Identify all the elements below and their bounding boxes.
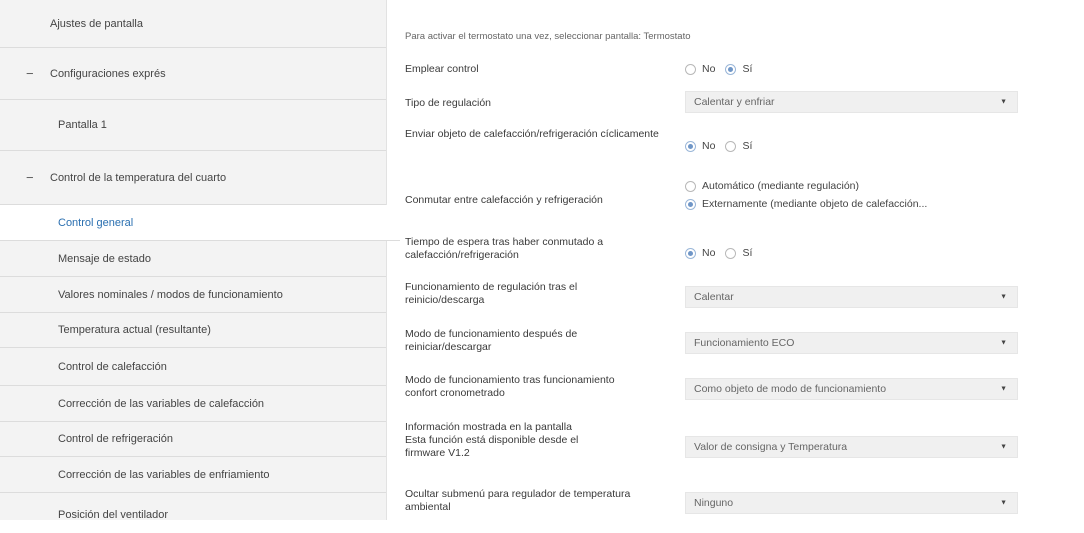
dropdown-arrow-icon: ▼	[1000, 499, 1007, 507]
sidebar-item-posicion-ventilador[interactable]: Posición del ventilador	[0, 493, 386, 533]
radio-label: Sí	[742, 140, 753, 152]
dropdown-arrow-icon: ▼	[1000, 443, 1007, 451]
collapse-icon[interactable]: −	[26, 169, 34, 184]
emplear-control-option-si[interactable]: Sí	[725, 63, 752, 75]
modo-confort-label: Modo de funcionamiento tras funcionamien…	[405, 374, 615, 399]
tipo-regulacion-select[interactable]: Calentar y enfriar ▼	[685, 91, 1018, 113]
radio-label: Sí	[742, 247, 753, 259]
radio-button-checked[interactable]	[685, 247, 696, 259]
conmutar-option-automatico[interactable]: Automático (mediante regulación)	[685, 180, 927, 192]
tiempo-espera-radio-group: No Sí	[685, 247, 762, 259]
select-value: Funcionamiento ECO	[694, 337, 795, 349]
parameter-panel: Para activar el termostato una vez, sele…	[388, 0, 1084, 520]
sidebar-item-control-refrigeracion[interactable]: Control de refrigeración	[0, 422, 386, 457]
emplear-control-radio-group: No Sí	[685, 63, 762, 75]
tiempo-espera-option-si[interactable]: Sí	[725, 247, 752, 259]
conmutar-label: Conmutar entre calefacción y refrigeraci…	[405, 194, 603, 206]
sidebar-item-pantalla-1[interactable]: Pantalla 1	[0, 100, 386, 151]
modo-reiniciar-select[interactable]: Funcionamiento ECO ▼	[685, 332, 1018, 354]
radio-label: No	[702, 63, 716, 75]
ocultar-submenu-select[interactable]: Ninguno ▼	[685, 492, 1018, 514]
conmutar-radio-group: Automático (mediante regulación) Externa…	[685, 180, 937, 216]
sidebar-item-correccion-enfriamiento[interactable]: Corrección de las variables de enfriamie…	[0, 457, 386, 493]
sidebar: Ajustes de pantalla − Configuraciones ex…	[0, 0, 400, 521]
tiempo-espera-option-no[interactable]: No	[685, 247, 715, 259]
radio-label: Sí	[742, 63, 753, 75]
radio-button[interactable]	[725, 140, 737, 152]
sidebar-item-mensaje-estado[interactable]: Mensaje de estado	[0, 241, 386, 277]
radio-label: No	[702, 140, 716, 152]
sidebar-item-label: Control de refrigeración	[58, 433, 173, 445]
radio-label: No	[702, 247, 716, 259]
sidebar-item-label: Posición del ventilador	[58, 509, 169, 521]
sidebar-item-control-temperatura[interactable]: − Control de la temperatura del cuarto	[0, 151, 386, 205]
select-value: Calentar y enfriar	[694, 96, 775, 108]
radio-button-checked[interactable]	[725, 63, 737, 75]
dropdown-arrow-icon: ▼	[1000, 98, 1007, 106]
enviar-objeto-label: Enviar objeto de calefacción/refrigeraci…	[405, 128, 659, 140]
dropdown-arrow-icon: ▼	[1000, 339, 1007, 347]
sidebar-item-label: Pantalla 1	[58, 119, 107, 131]
sidebar-item-configuraciones-expres[interactable]: − Configuraciones exprés	[0, 48, 386, 100]
info-text: Para activar el termostato una vez, sele…	[405, 31, 691, 42]
funcionamiento-regulacion-select[interactable]: Calentar ▼	[685, 286, 1018, 308]
sidebar-item-label: Configuraciones exprés	[50, 67, 166, 80]
sidebar-item-control-general[interactable]: Control general	[0, 205, 400, 241]
informacion-pantalla-label: Información mostrada en la pantalla Esta…	[405, 421, 670, 460]
sidebar-item-label: Corrección de las variables de enfriamie…	[58, 468, 270, 481]
sidebar-item-label: Control de la temperatura del cuarto	[50, 171, 227, 184]
dropdown-arrow-icon: ▼	[1000, 385, 1007, 393]
informacion-pantalla-select[interactable]: Valor de consigna y Temperatura ▼	[685, 436, 1018, 458]
tipo-regulacion-label: Tipo de regulación	[405, 97, 491, 109]
ocultar-submenu-label: Ocultar submenú para regulador de temper…	[405, 488, 631, 513]
conmutar-option-externamente[interactable]: Externamente (mediante objeto de calefac…	[685, 198, 927, 210]
sidebar-item-correccion-calefaccion[interactable]: Corrección de las variables de calefacci…	[0, 386, 386, 422]
dropdown-arrow-icon: ▼	[1000, 293, 1007, 301]
radio-label: Automático (mediante regulación)	[702, 180, 859, 192]
sidebar-item-label: Temperatura actual (resultante)	[58, 324, 211, 336]
sidebar-item-control-calefaccion[interactable]: Control de calefacción	[0, 348, 386, 386]
enviar-objeto-radio-group: No Sí	[685, 140, 762, 152]
sidebar-item-label: Corrección de las variables de calefacci…	[58, 397, 265, 410]
label-line: Información mostrada en la pantalla	[405, 421, 572, 433]
sidebar-item-label: Control de calefacción	[58, 360, 167, 373]
modo-confort-select[interactable]: Como objeto de modo de funcionamiento ▼	[685, 378, 1018, 400]
label-line: firmware V1.2	[405, 447, 470, 459]
sidebar-item-temperatura-actual[interactable]: Temperatura actual (resultante)	[0, 313, 386, 348]
radio-button[interactable]	[725, 247, 737, 259]
select-value: Calentar	[694, 291, 734, 303]
modo-reiniciar-label: Modo de funcionamiento después de reinic…	[405, 328, 578, 353]
radio-button[interactable]	[685, 180, 696, 192]
sidebar-item-valores-nominales[interactable]: Valores nominales / modos de funcionamie…	[0, 277, 386, 313]
radio-button[interactable]	[685, 63, 696, 75]
select-value: Como objeto de modo de funcionamiento	[694, 383, 887, 395]
select-value: Valor de consigna y Temperatura	[694, 441, 848, 453]
sidebar-item-label: Control general	[58, 216, 134, 229]
sidebar-item-label: Mensaje de estado	[58, 252, 151, 265]
collapse-icon[interactable]: −	[26, 65, 34, 80]
sidebar-item-label: Valores nominales / modos de funcionamie…	[58, 288, 283, 301]
enviar-objeto-option-si[interactable]: Sí	[725, 140, 752, 152]
emplear-control-label: Emplear control	[405, 63, 479, 75]
sidebar-item-label: Ajustes de pantalla	[50, 17, 143, 30]
select-value: Ninguno	[694, 497, 734, 509]
enviar-objeto-option-no[interactable]: No	[685, 140, 715, 152]
radio-button-checked[interactable]	[685, 140, 696, 152]
emplear-control-option-no[interactable]: No	[685, 63, 715, 75]
label-line: Esta función está disponible desde el	[405, 434, 579, 446]
funcionamiento-regulacion-label: Funcionamiento de regulación tras el rei…	[405, 281, 578, 306]
sidebar-item-ajustes-pantalla[interactable]: Ajustes de pantalla	[0, 0, 386, 48]
tiempo-espera-label: Tiempo de espera tras haber conmutado a …	[405, 236, 604, 261]
radio-button-checked[interactable]	[685, 198, 696, 210]
radio-label: Externamente (mediante objeto de calefac…	[702, 198, 928, 210]
